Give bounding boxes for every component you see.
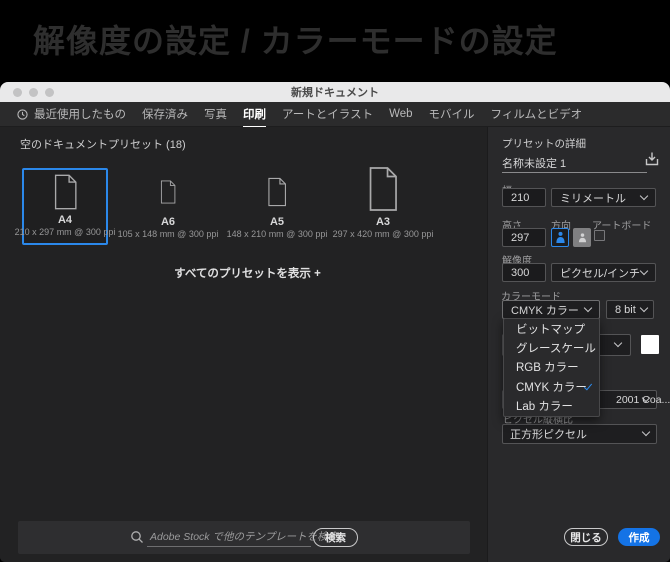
- landscape-person-icon: [577, 232, 588, 243]
- color-mode-menu: ビットマップ グレースケール RGB カラー CMYK カラー Lab カラー: [503, 318, 600, 417]
- tab-recent[interactable]: 最近使用したもの: [17, 106, 126, 122]
- save-preset-icon[interactable]: [643, 150, 661, 168]
- close-button[interactable]: 閉じる: [564, 528, 608, 546]
- chevron-down-icon: [640, 303, 648, 311]
- preset-dims: 105 x 148 mm @ 300 ppi: [118, 229, 219, 240]
- resolution-unit-dropdown[interactable]: ピクセル/インチ: [551, 263, 656, 282]
- chevron-down-icon: [640, 191, 648, 199]
- chevron-down-icon: [584, 303, 592, 311]
- preset-name: A3: [376, 216, 390, 228]
- width-input[interactable]: [502, 188, 546, 207]
- preset-dims: 148 x 210 mm @ 300 ppi: [227, 229, 328, 240]
- menu-item-bitmap[interactable]: ビットマップ: [504, 319, 599, 338]
- minimize-window-button[interactable]: [29, 88, 38, 97]
- traffic-lights: [13, 88, 54, 97]
- menu-item-rgb[interactable]: RGB カラー: [504, 358, 599, 377]
- window-titlebar: 新規ドキュメント: [0, 82, 670, 102]
- preset-dims: 297 x 420 mm @ 300 ppi: [333, 229, 434, 240]
- document-name-underline: [502, 172, 647, 173]
- panel-title: プリセットの詳細: [502, 136, 586, 151]
- color-mode-dropdown[interactable]: CMYK カラー: [502, 300, 600, 319]
- width-unit-dropdown[interactable]: ミリメートル: [551, 188, 656, 207]
- presets-area: 空のドキュメントプリセット (18) A4 210 x 297 mm @ 300…: [0, 127, 487, 562]
- preset-a5[interactable]: A5 148 x 210 mm @ 300 ppi: [234, 168, 320, 245]
- chevron-down-icon: [614, 339, 622, 347]
- stock-search-placeholder: Adobe Stock で他のテンプレートを検索: [147, 527, 311, 547]
- tab-film-video[interactable]: フィルムとビデオ: [491, 106, 583, 122]
- show-all-presets-link[interactable]: すべてのプリセットを表示 +: [20, 265, 475, 281]
- tab-print[interactable]: 印刷: [243, 106, 266, 122]
- preset-name: A5: [270, 216, 284, 228]
- color-mode-value: CMYK カラー: [511, 302, 579, 318]
- clock-icon: [17, 109, 28, 120]
- menu-item-label: Lab カラー: [516, 398, 573, 414]
- document-page-icon: [24, 170, 106, 214]
- category-tabbar: 最近使用したもの 保存済み 写真 印刷 アートとイラスト Web モバイル フィ…: [0, 102, 670, 127]
- document-page-icon: [234, 168, 320, 216]
- preset-a3[interactable]: A3 297 x 420 mm @ 300 ppi: [340, 168, 426, 245]
- preset-name: A6: [161, 216, 175, 228]
- resolution-input[interactable]: [502, 263, 546, 282]
- chevron-down-icon: [642, 428, 650, 436]
- bit-depth-dropdown[interactable]: 8 bit: [606, 300, 654, 319]
- canvas-color-swatch[interactable]: [641, 335, 659, 354]
- menu-item-label: RGB カラー: [516, 359, 579, 375]
- artboard-checkbox[interactable]: [594, 230, 605, 241]
- width-unit-value: ミリメートル: [560, 190, 626, 206]
- stock-search-input[interactable]: Adobe Stock で他のテンプレートを検索: [147, 527, 311, 547]
- stock-search-button[interactable]: 検索: [313, 528, 358, 547]
- preset-dims: 210 x 297 mm @ 300 ppi: [15, 227, 116, 238]
- tab-art-illustration[interactable]: アートとイラスト: [282, 106, 373, 122]
- document-page-icon: [340, 162, 426, 216]
- menu-item-label: CMYK カラー: [516, 379, 587, 395]
- new-document-dialog: 新規ドキュメント 最近使用したもの 保存済み 写真 印刷 アートとイラスト We…: [0, 82, 670, 562]
- document-page-icon: [125, 168, 211, 216]
- adobe-stock-search-bar: Adobe Stock で他のテンプレートを検索 検索: [18, 521, 470, 554]
- bit-depth-value: 8 bit: [615, 304, 636, 316]
- tab-saved[interactable]: 保存済み: [142, 106, 188, 122]
- tab-recent-label: 最近使用したもの: [34, 106, 126, 122]
- screenshot-root: 解像度の設定 / カラーモードの設定 新規ドキュメント 最近使用したもの 保存済…: [0, 0, 670, 562]
- create-button[interactable]: 作成: [618, 528, 660, 546]
- menu-item-cmyk[interactable]: CMYK カラー: [504, 377, 599, 396]
- presets-section-title: 空のドキュメントプリセット (18): [20, 136, 186, 152]
- orientation-landscape-button[interactable]: [573, 228, 591, 247]
- menu-item-lab[interactable]: Lab カラー: [504, 397, 599, 416]
- menu-item-label: グレースケール: [516, 340, 596, 356]
- orientation-portrait-button[interactable]: [551, 228, 569, 247]
- tab-web[interactable]: Web: [389, 108, 412, 120]
- tab-photo[interactable]: 写真: [204, 106, 227, 122]
- search-icon: [130, 530, 144, 544]
- zoom-window-button[interactable]: [45, 88, 54, 97]
- preset-name: A4: [58, 214, 72, 226]
- tab-mobile[interactable]: モバイル: [429, 106, 475, 122]
- document-name-field[interactable]: 名称未設定 1: [502, 155, 566, 171]
- resolution-unit-value: ピクセル/インチ: [560, 265, 640, 281]
- preset-details-panel: プリセットの詳細 名称未設定 1 幅 ミリメートル 高さ 方向: [487, 127, 670, 562]
- preset-a6[interactable]: A6 105 x 148 mm @ 300 ppi: [125, 168, 211, 245]
- pixel-aspect-dropdown[interactable]: 正方形ピクセル: [502, 424, 657, 444]
- chevron-down-icon: [640, 266, 648, 274]
- portrait-person-icon: [555, 231, 566, 244]
- page-title: 解像度の設定 / カラーモードの設定: [33, 16, 653, 62]
- pixel-aspect-value: 正方形ピクセル: [510, 426, 587, 442]
- menu-item-grayscale[interactable]: グレースケール: [504, 338, 599, 357]
- preset-a4[interactable]: A4 210 x 297 mm @ 300 ppi: [22, 168, 108, 245]
- close-window-button[interactable]: [13, 88, 22, 97]
- menu-item-label: ビットマップ: [516, 321, 585, 337]
- window-title: 新規ドキュメント: [0, 84, 670, 100]
- height-input[interactable]: [502, 228, 546, 247]
